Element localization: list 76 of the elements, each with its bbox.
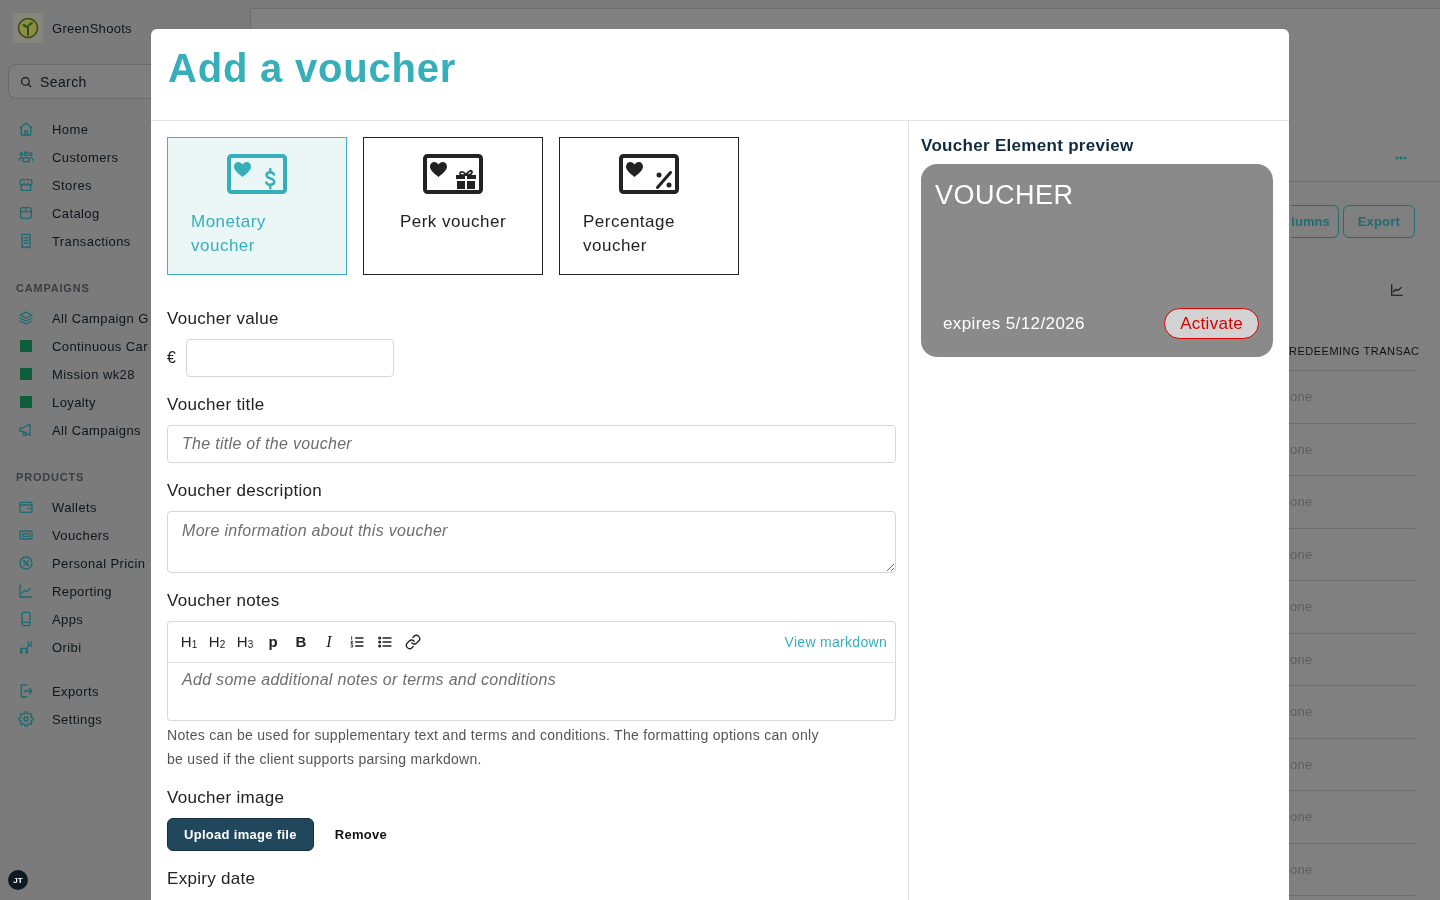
sidebar-item[interactable]: Exports	[10, 677, 99, 705]
activate-button[interactable]: Activate	[1164, 308, 1259, 339]
sidebar-item[interactable]: Oribi	[10, 633, 82, 661]
heading-button[interactable]: H$_{1}$	[175, 628, 203, 656]
sidebar-item[interactable]: Personal Pricin	[10, 549, 146, 577]
sidebar-item[interactable]: Vouchers	[10, 521, 110, 549]
voucher-type-option[interactable]: Percentage voucher	[559, 137, 739, 275]
notes-input[interactable]: Add some additional notes or terms and conditions	[167, 663, 896, 721]
sidebar-item[interactable]: Mission wk28	[10, 360, 135, 388]
box-icon	[18, 205, 34, 221]
voucher-type-option[interactable]: Perk voucher	[363, 137, 543, 275]
title-input[interactable]: The title of the voucher	[167, 425, 896, 463]
sidebar-item[interactable]: Catalog	[10, 199, 100, 227]
remove-button[interactable]: Remove	[325, 818, 397, 851]
percent-badge-icon	[18, 555, 34, 571]
sidebar-item[interactable]: Apps	[10, 605, 84, 633]
expiry-text: expires 5/12/2026	[943, 313, 1085, 334]
store-icon	[18, 177, 34, 193]
italic-button[interactable]: I	[315, 628, 343, 656]
section-heading: CAMPAIGNS	[16, 281, 90, 296]
description-input[interactable]: More information about this voucher	[167, 511, 896, 573]
sidebar-item[interactable]: Reporting	[10, 577, 112, 605]
sidebar-item[interactable]: Settings	[10, 705, 103, 733]
ticket-icon	[18, 527, 34, 543]
line-chart-icon	[18, 583, 34, 599]
bullet-list-icon	[377, 634, 393, 650]
search-icon	[19, 74, 33, 89]
link-icon	[405, 634, 421, 650]
paragraph-button[interactable]: p	[259, 628, 287, 656]
help-text: Notes can be used for supplementary text and terms and conditions. The formatting options can only be used if the client supports parsing markdown.	[167, 726, 820, 769]
sidebar-item[interactable]: Continuous Car	[10, 332, 148, 360]
preview-title: Voucher Element preview	[921, 136, 1134, 156]
bold-button[interactable]: B	[287, 628, 315, 656]
heading-button[interactable]: H$_{3}$	[231, 628, 259, 656]
sidebar-item[interactable]: Transactions	[10, 227, 131, 255]
voucher-type-option[interactable]: Monetary voucher	[167, 137, 347, 275]
voucher-heading: VOUCHER	[935, 179, 1074, 212]
sidebar-item[interactable]: All Campaign G	[10, 304, 149, 332]
receipt-icon	[18, 233, 34, 249]
field-label: Voucher notes	[167, 590, 280, 612]
megaphone-icon	[18, 422, 34, 438]
field-label: Voucher description	[167, 480, 322, 502]
sprout-logo-icon	[13, 13, 43, 43]
sidebar-item[interactable]: All Campaigns	[10, 416, 141, 444]
home-icon	[18, 121, 34, 137]
field-label: Voucher value	[167, 308, 279, 330]
brand-name: GreenShoots	[52, 20, 132, 36]
view-markdown-link[interactable]: View markdown	[784, 634, 887, 650]
ticket-gift-icon	[423, 154, 483, 194]
ticket-percent-icon	[619, 154, 679, 194]
heading-button[interactable]: H$_{2}$	[203, 628, 231, 656]
wallet-icon	[18, 499, 34, 515]
user-avatar[interactable]: JT	[8, 870, 28, 890]
phone-icon	[18, 611, 34, 627]
search-field[interactable]: Search	[8, 64, 151, 99]
layers-icon	[18, 310, 34, 326]
upload-button[interactable]: Upload image file	[167, 818, 314, 851]
ticket-dollar-icon	[227, 154, 287, 194]
sidebar-item[interactable]: Customers	[10, 143, 119, 171]
sidebar-item[interactable]: Home	[10, 115, 89, 143]
sidebar-item[interactable]: Stores	[10, 171, 92, 199]
sidebar-item[interactable]: Loyalty	[10, 388, 96, 416]
currency-symbol: €	[167, 349, 177, 367]
numbered-list-icon	[349, 634, 365, 650]
field-label: Expiry date	[167, 868, 256, 890]
field-label: Voucher image	[167, 787, 285, 809]
section-heading: PRODUCTS	[16, 470, 85, 485]
gear-icon	[18, 711, 34, 727]
sidebar-item[interactable]: Wallets	[10, 493, 97, 521]
export-icon	[18, 683, 34, 699]
line-chart-icon[interactable]	[1390, 283, 1404, 297]
people-icon	[18, 149, 34, 165]
value-input[interactable]	[186, 339, 394, 377]
animal-icon	[18, 639, 34, 655]
field-label: Voucher title	[167, 394, 265, 416]
dialog-title: Add a voucher	[168, 45, 457, 92]
